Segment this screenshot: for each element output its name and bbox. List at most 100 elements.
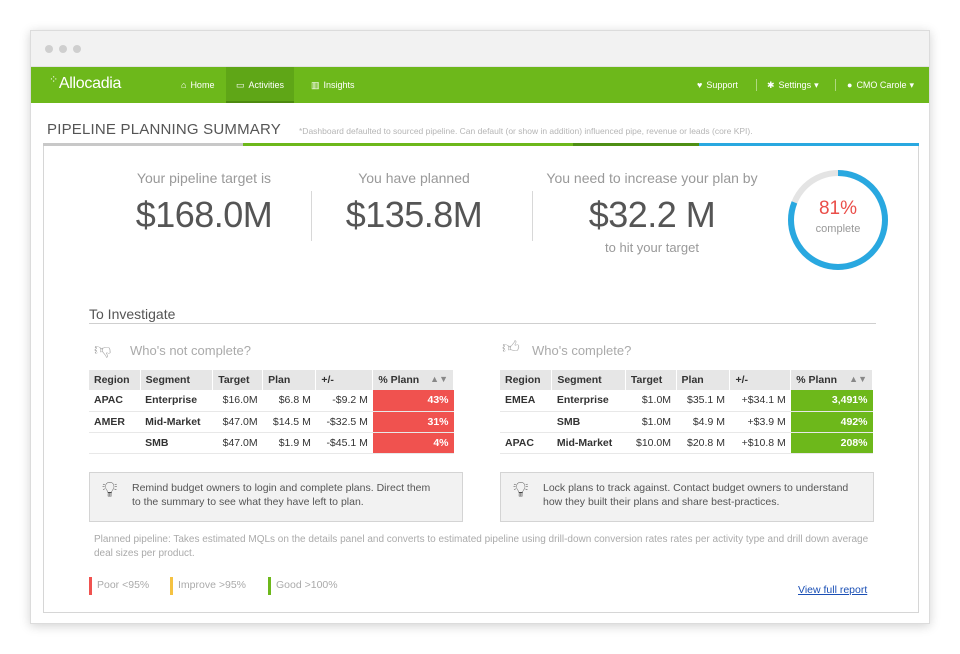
legend-label: Poor <95% xyxy=(97,579,150,591)
thumbs-down-icon: 👎︎ xyxy=(94,340,112,359)
cell-plan: $14.5 M xyxy=(262,411,316,433)
page-title: PIPELINE PLANNING SUMMARY xyxy=(47,121,281,138)
cell-diff: +$3.9 M xyxy=(729,411,791,433)
cell-plan: $4.9 M xyxy=(676,411,730,433)
nav-insights[interactable]: ▥ Insights xyxy=(307,67,359,103)
increase-sub: to hit your target xyxy=(605,240,699,255)
cell-plan: $35.1 M xyxy=(676,390,730,412)
cell-pct: 31% xyxy=(372,411,454,433)
window-dot-icon[interactable] xyxy=(73,45,81,53)
col-pct-planned[interactable]: % Plann ▲▼ xyxy=(372,370,454,390)
completion-percent: 81% xyxy=(818,198,858,219)
top-navbar: ⁘Allocadia ⌂ Home ▭ Activities ▥ Insights ♥… xyxy=(31,67,929,103)
legend-poor: Poor <95% xyxy=(89,577,150,595)
target-stat: Your pipeline target is $168.0M xyxy=(104,170,304,236)
cell-region xyxy=(500,411,552,433)
logo-text: Allocadia xyxy=(58,75,122,92)
increase-value: $32.2 M xyxy=(588,194,716,235)
cell-target: $16.0M xyxy=(212,390,263,412)
nav-user-label: CMO Carole xyxy=(856,80,907,90)
not-complete-heading: Who's not complete? xyxy=(130,343,251,358)
col-region[interactable]: Region xyxy=(89,370,141,390)
target-label: Your pipeline target is xyxy=(136,170,272,186)
completion-label: complete xyxy=(815,223,861,235)
col-pct-planned[interactable]: % Plann ▲▼ xyxy=(790,370,873,390)
home-icon: ⌂ xyxy=(181,80,187,90)
col-plan[interactable]: Plan xyxy=(262,370,317,390)
col-target[interactable]: Target xyxy=(212,370,264,390)
col-segment[interactable]: Segment xyxy=(140,370,214,390)
tip-text: Remind budget owners to login and comple… xyxy=(132,481,430,509)
nav-activities-label: Activities xyxy=(248,80,285,90)
table-row: APAC Mid-Market $10.0M $20.8 M +$10.8 M … xyxy=(500,432,873,454)
page-note: *Dashboard defaulted to sourced pipeline… xyxy=(299,126,753,136)
bar-chart-icon: ▥ xyxy=(311,80,320,90)
summary-panel: Your pipeline target is $168.0M You have… xyxy=(43,146,919,613)
completion-ring xyxy=(788,170,888,270)
table-row: APAC Enterprise $16.0M $6.8 M -$9.2 M 43… xyxy=(89,390,454,412)
cell-plan: $1.9 M xyxy=(262,432,316,454)
chevron-down-icon: ▾ xyxy=(814,80,819,90)
section-divider xyxy=(89,323,876,324)
complete-heading: Who's complete? xyxy=(532,343,632,358)
nav-divider xyxy=(835,79,836,91)
cell-target: $47.0M xyxy=(212,411,263,433)
col-diff[interactable]: +/- xyxy=(729,370,792,390)
planned-label: You have planned xyxy=(358,170,470,186)
col-target[interactable]: Target xyxy=(625,370,677,390)
nav-activities[interactable]: ▭ Activities xyxy=(226,67,294,103)
cell-segment: Enterprise xyxy=(140,390,213,412)
investigate-title: To Investigate xyxy=(89,306,176,322)
legend-swatch xyxy=(89,577,92,595)
cell-region: APAC xyxy=(89,390,141,412)
tip-line: Lock plans to track against. Contact bud… xyxy=(543,482,849,494)
cell-diff: -$32.5 M xyxy=(315,411,373,433)
legend-good: Good >100% xyxy=(268,577,338,595)
col-pct-label: % Plann xyxy=(378,374,420,386)
col-pct-label: % Plann xyxy=(796,374,838,386)
complete-table: Region Segment Target Plan +/- % Plann ▲▼… xyxy=(500,370,873,454)
nav-home[interactable]: ⌂ Home xyxy=(171,67,224,103)
col-region[interactable]: Region xyxy=(500,370,553,390)
stat-divider xyxy=(311,191,312,241)
cell-pct: 492% xyxy=(790,411,873,433)
window-dot-icon[interactable] xyxy=(45,45,53,53)
col-diff[interactable]: +/- xyxy=(315,370,374,390)
col-plan[interactable]: Plan xyxy=(676,370,731,390)
logo[interactable]: ⁘Allocadia xyxy=(49,74,122,93)
cell-target: $1.0M xyxy=(625,411,677,433)
heart-icon: ♥ xyxy=(697,80,703,90)
legend-label: Good >100% xyxy=(276,579,338,591)
nav-settings-label: Settings xyxy=(778,80,812,90)
cell-pct: 4% xyxy=(372,432,454,454)
sort-icon[interactable]: ▲▼ xyxy=(849,374,867,384)
nav-home-label: Home xyxy=(190,80,215,90)
browser-titlebar xyxy=(31,31,929,67)
window-dot-icon[interactable] xyxy=(59,45,67,53)
cell-region: APAC xyxy=(500,432,552,454)
not-complete-table: Region Segment Target Plan +/- % Plann ▲▼… xyxy=(89,370,454,454)
cell-region: AMER xyxy=(89,411,141,433)
cell-target: $1.0M xyxy=(625,390,677,412)
cell-target: $47.0M xyxy=(212,432,263,454)
cell-diff: +$10.8 M xyxy=(729,432,791,454)
increase-stat: You need to increase your plan by $32.2 … xyxy=(534,170,770,255)
view-full-report-link[interactable]: View full report xyxy=(798,584,867,596)
complete-tip: 💡︎ Lock plans to track against. Contact … xyxy=(500,472,874,522)
nav-insights-label: Insights xyxy=(323,80,355,90)
col-segment[interactable]: Segment xyxy=(551,370,626,390)
cell-pct: 208% xyxy=(790,432,873,454)
cell-segment: SMB xyxy=(551,411,626,433)
nav-support[interactable]: ♥ Support xyxy=(697,67,738,103)
chevron-down-icon: ▾ xyxy=(909,80,914,90)
sort-icon[interactable]: ▲▼ xyxy=(430,374,448,384)
increase-label: You need to increase your plan by xyxy=(546,170,758,186)
logo-spark-icon: ⁘ xyxy=(49,74,58,86)
thumbs-up-icon: 👍︎ xyxy=(502,338,520,357)
nav-user-menu[interactable]: ● CMO Carole ▾ xyxy=(847,67,914,103)
completion-donut: 81% complete xyxy=(786,168,890,272)
legend-label: Improve >95% xyxy=(178,579,246,591)
nav-settings[interactable]: ✱ Settings ▾ xyxy=(767,67,819,103)
browser-window: ⁘Allocadia ⌂ Home ▭ Activities ▥ Insights ♥… xyxy=(30,30,930,624)
cell-segment: SMB xyxy=(140,432,213,454)
